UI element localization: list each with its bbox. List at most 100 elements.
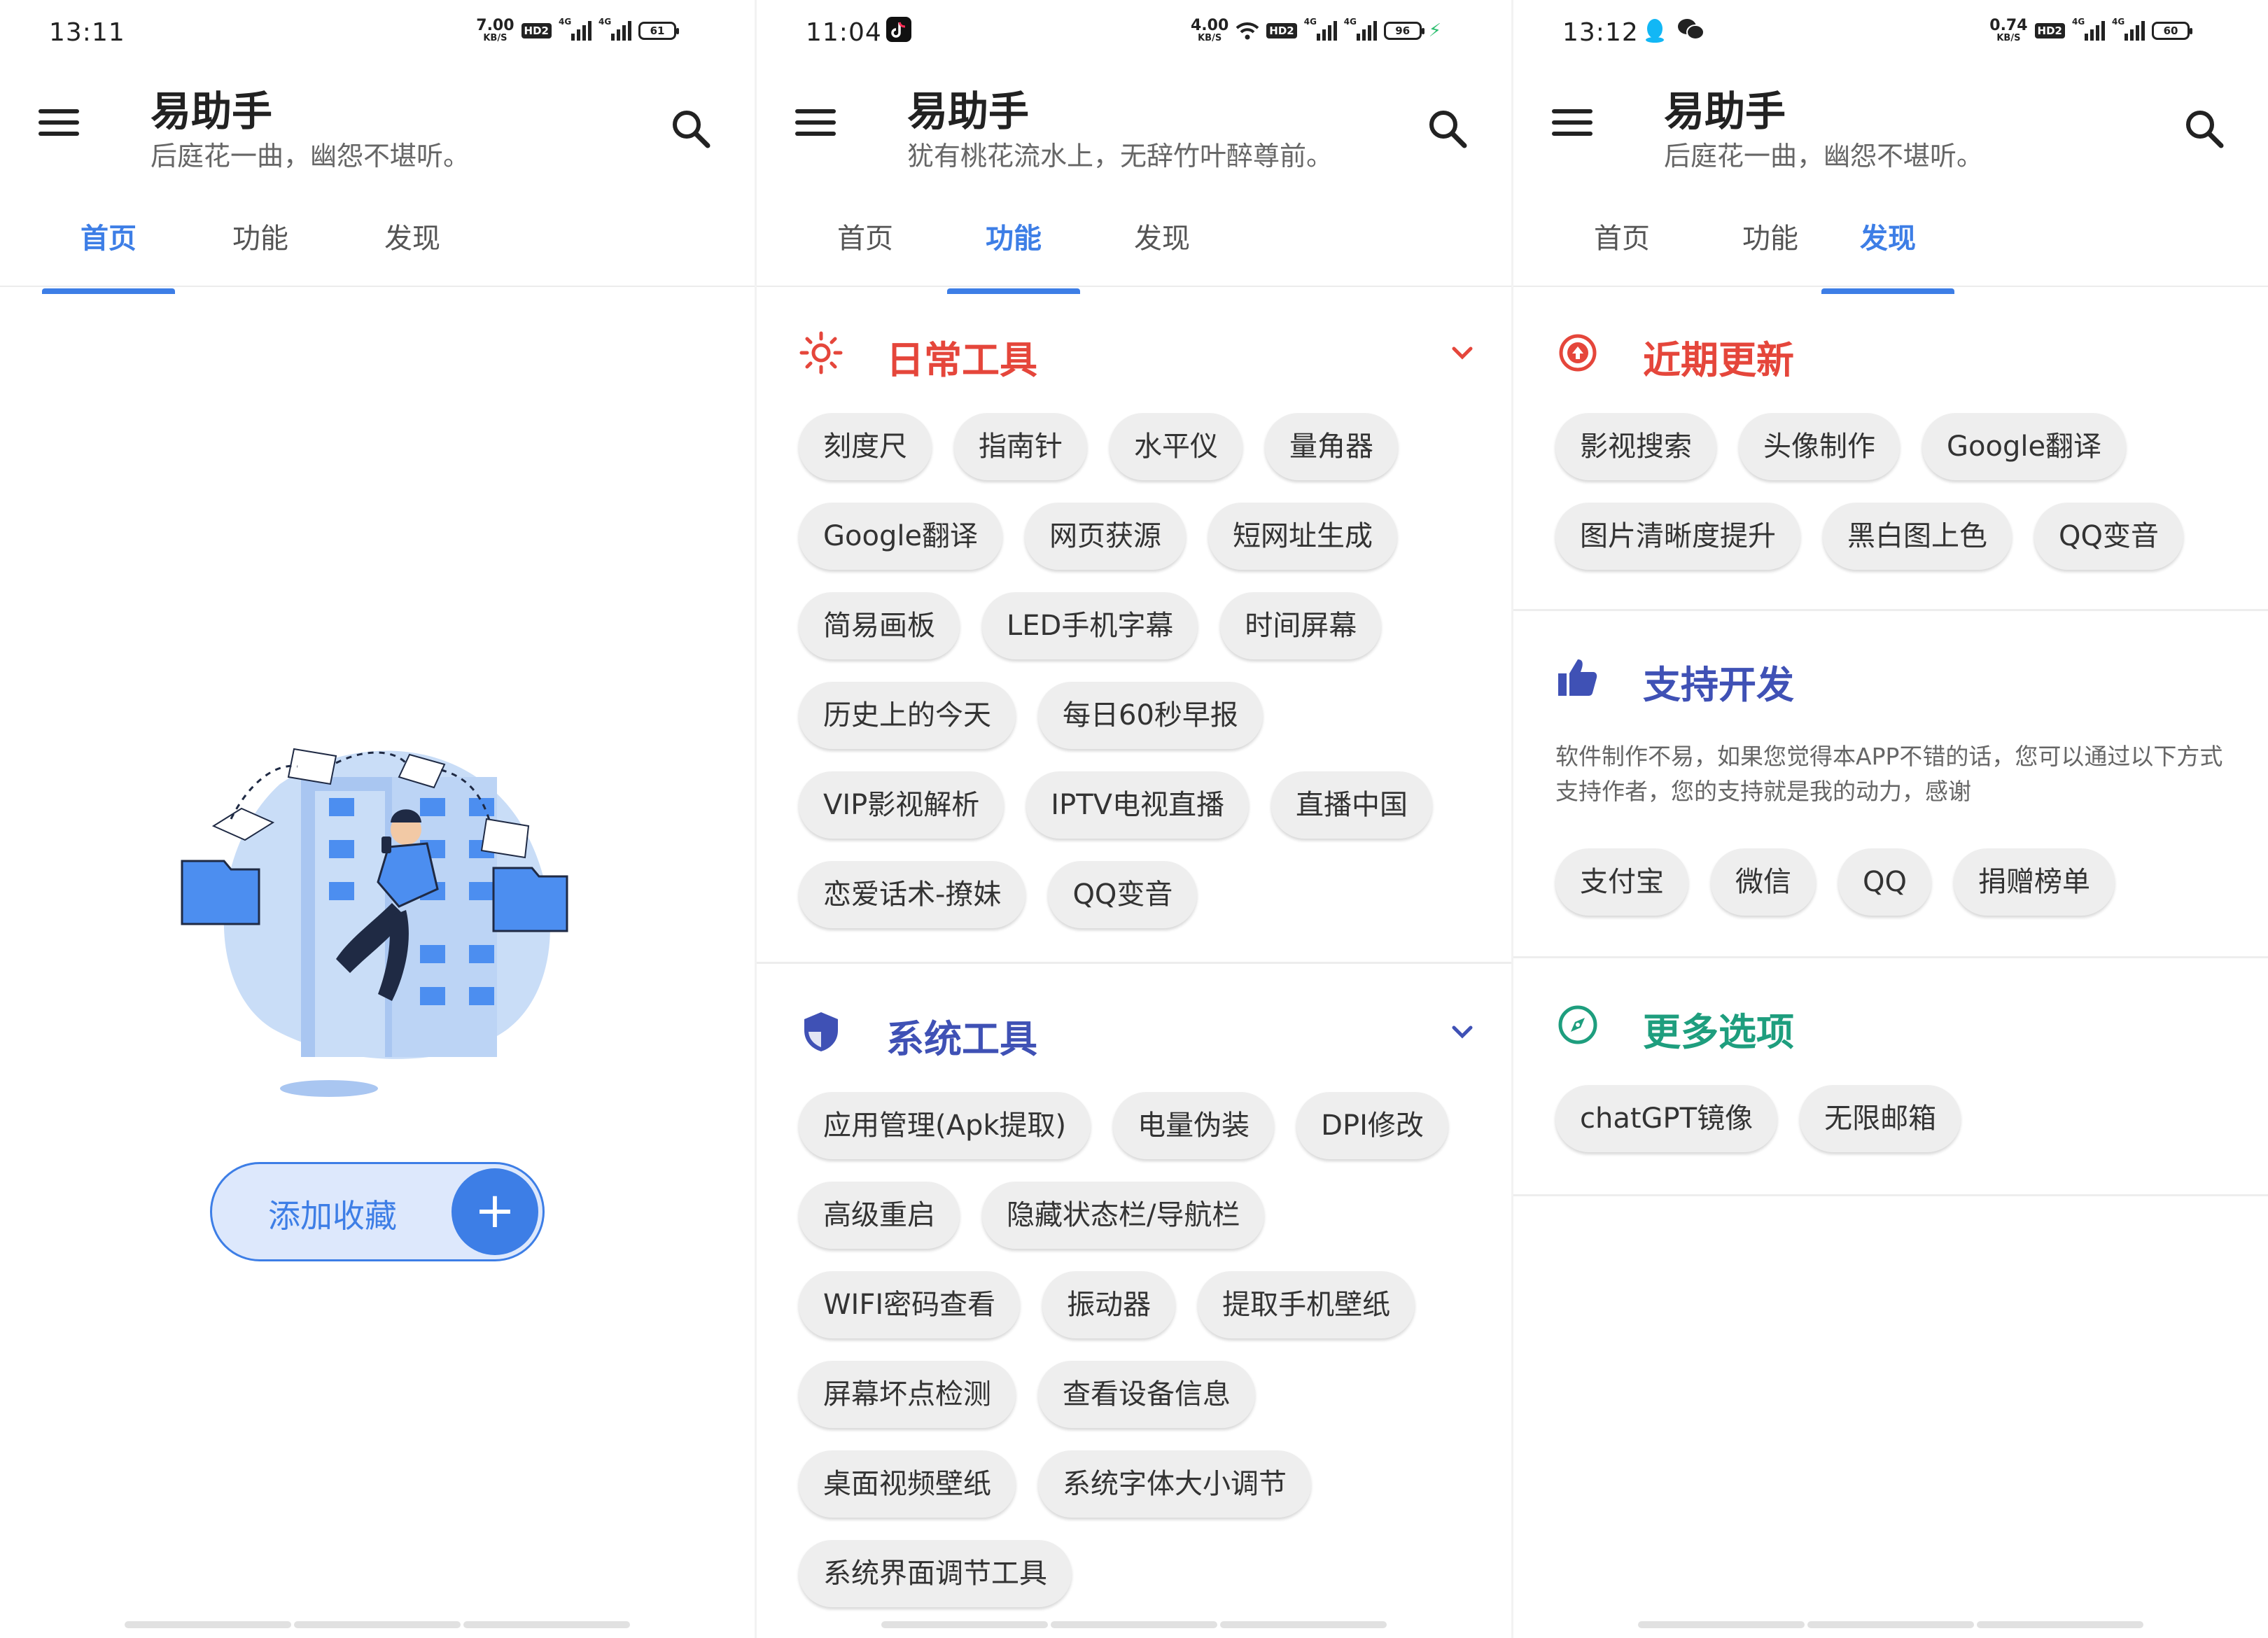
chip-button[interactable]: 时间屏幕 (1220, 592, 1382, 659)
chip-button[interactable]: 图片清晰度提升 (1555, 503, 1800, 570)
search-icon[interactable] (667, 105, 716, 154)
chip-button[interactable]: IPTV电视直播 (1026, 771, 1249, 839)
status-bar: 13:11 7.00 KB/S HD2 4G 4G 61 (0, 0, 755, 63)
charging-icon: ⚡ (1428, 20, 1441, 41)
add-favorite-label: 添加收藏 (268, 1197, 397, 1235)
thumbs-up-icon (1558, 659, 1597, 696)
chip-button[interactable]: 屏幕坏点检测 (799, 1361, 1016, 1428)
chip-button[interactable]: 电量伪装 (1113, 1092, 1275, 1159)
chip-button[interactable]: Google翻译 (1922, 413, 2127, 480)
chip-button[interactable]: 指南针 (954, 413, 1087, 480)
nav-segment (1807, 1621, 1974, 1628)
app-title: 易助手 (150, 88, 273, 135)
status-bar: 13:12 0.74 KB/S HD2 4G 4G 60 (1513, 0, 2268, 63)
status-bar: 11:04 4.00 KB/S HD2 4G 4G 96 ⚡ (757, 0, 1511, 63)
chip-button[interactable]: 每日60秒早报 (1038, 682, 1263, 749)
notification-icons (886, 17, 911, 42)
chip-button[interactable]: 支付宝 (1555, 848, 1688, 916)
chip-button[interactable]: 高级重启 (799, 1182, 960, 1249)
app-subtitle: 后庭花一曲，幽怨不堪听。 (1664, 141, 1984, 172)
hd-icon: HD2 (2034, 22, 2065, 38)
nav-bar (0, 1617, 755, 1638)
tab-indicator (1821, 288, 1954, 294)
signal-icon: 4G (598, 17, 631, 41)
chip-button[interactable]: 影视搜索 (1555, 413, 1716, 480)
chip-button[interactable]: 短网址生成 (1208, 503, 1398, 570)
section-system-tools-header[interactable]: 系统工具 (757, 993, 1511, 1070)
chip-button[interactable]: 简易画板 (799, 592, 960, 659)
nav-segment (125, 1621, 291, 1628)
battery-icon: 60 (2152, 21, 2192, 40)
search-icon[interactable] (2180, 105, 2230, 154)
menu-icon[interactable] (795, 109, 836, 143)
app-subtitle: 后庭花一曲，幽怨不堪听。 (150, 141, 470, 172)
tab-discover[interactable]: 发现 (1821, 216, 1954, 294)
section-title: 系统工具 (886, 1017, 1037, 1061)
chevron-down-icon[interactable] (1448, 1018, 1476, 1046)
tab-indicator (947, 288, 1080, 294)
more-options-chips: chatGPT镜像 无限邮箱 (1555, 1085, 2240, 1152)
add-favorite-button[interactable]: 添加收藏 + (210, 1162, 545, 1261)
chip-button[interactable]: 微信 (1711, 848, 1816, 916)
chip-button[interactable]: 直播中国 (1271, 771, 1432, 839)
chip-button[interactable]: chatGPT镜像 (1555, 1085, 1778, 1152)
nav-segment (1220, 1621, 1387, 1628)
search-icon[interactable] (1424, 105, 1473, 154)
screen-home: 13:11 7.00 KB/S HD2 4G 4G 61 易助手 后庭花一曲，幽怨… (0, 0, 755, 1638)
support-chips: 支付宝 微信 QQ 捐赠榜单 (1555, 848, 2240, 916)
chip-button[interactable]: 量角器 (1265, 413, 1398, 480)
tab-features[interactable]: 功能 (194, 216, 327, 256)
chip-button[interactable]: QQ (1838, 848, 1931, 916)
chip-button[interactable]: 水平仪 (1110, 413, 1242, 480)
chip-button[interactable]: 无限邮箱 (1800, 1085, 1961, 1152)
app-title: 易助手 (907, 88, 1030, 135)
chip-button[interactable]: 桌面视频壁纸 (799, 1450, 1016, 1518)
status-time: 13:11 (49, 18, 125, 47)
chip-button[interactable]: 查看设备信息 (1038, 1361, 1255, 1428)
chip-button[interactable]: WIFI密码查看 (799, 1271, 1021, 1338)
app-title: 易助手 (1664, 88, 1786, 135)
chip-button[interactable]: LED手机字幕 (982, 592, 1198, 659)
chip-button[interactable]: 头像制作 (1739, 413, 1900, 480)
chip-button[interactable]: Google翻译 (799, 503, 1003, 570)
chip-button[interactable]: 提取手机壁纸 (1198, 1271, 1415, 1338)
tab-bar: 首页 功能 发现 (0, 203, 755, 294)
chip-button[interactable]: 振动器 (1042, 1271, 1176, 1338)
battery-icon: 61 (638, 21, 679, 40)
chip-button[interactable]: 历史上的今天 (799, 682, 1016, 749)
section-title: 支持开发 (1643, 663, 1794, 707)
tab-home[interactable]: 首页 (799, 216, 932, 256)
nav-segment (463, 1621, 630, 1628)
chip-button[interactable]: QQ变音 (1048, 861, 1198, 928)
system-tools-chips: 应用管理(Apk提取) 电量伪装 DPI修改高级重启 隐藏状态栏/导航栏 WIFI密码查… (799, 1092, 1483, 1607)
chip-button[interactable]: DPI修改 (1296, 1092, 1448, 1159)
chip-button[interactable]: VIP影视解析 (799, 771, 1004, 839)
menu-icon[interactable] (1552, 109, 1592, 143)
tab-discover[interactable]: 发现 (346, 216, 479, 256)
status-indicators: 7.00 KB/S HD2 4G 4G 61 (476, 17, 679, 43)
chip-button[interactable]: 系统字体大小调节 (1038, 1450, 1311, 1518)
chip-button[interactable]: 系统界面调节工具 (799, 1540, 1072, 1607)
tab-home[interactable]: 首页 (42, 216, 175, 294)
screen-discover: 13:12 0.74 KB/S HD2 4G 4G 60 易助手 后庭花一曲，幽怨… (1513, 0, 2268, 1638)
chip-button[interactable]: 刻度尺 (799, 413, 932, 480)
shield-icon (804, 1012, 838, 1051)
chevron-down-icon[interactable] (1448, 339, 1476, 367)
tab-features[interactable]: 功能 (947, 216, 1080, 294)
menu-icon[interactable] (38, 109, 79, 143)
chip-button[interactable]: 捐赠榜单 (1953, 848, 2115, 916)
section-recent-updates-header: 近期更新 (1513, 314, 2268, 391)
sun-icon (799, 331, 843, 374)
signal-icon: 4G (1344, 17, 1377, 41)
tab-discover[interactable]: 发现 (1096, 216, 1228, 256)
chip-button[interactable]: 黑白图上色 (1823, 503, 2012, 570)
chip-button[interactable]: 网页获源 (1025, 503, 1186, 570)
tab-home[interactable]: 首页 (1555, 216, 1688, 256)
chip-button[interactable]: 隐藏状态栏/导航栏 (982, 1182, 1265, 1249)
tab-features[interactable]: 功能 (1704, 216, 1837, 256)
section-daily-tools-header[interactable]: 日常工具 (757, 314, 1511, 391)
chip-button[interactable]: 应用管理(Apk提取) (799, 1092, 1091, 1159)
chip-button[interactable]: 恋爱话术-撩妹 (799, 861, 1026, 928)
chip-button[interactable]: QQ变音 (2034, 503, 2183, 570)
app-subtitle: 犹有桃花流水上，无辞竹叶醉尊前。 (907, 141, 1334, 172)
